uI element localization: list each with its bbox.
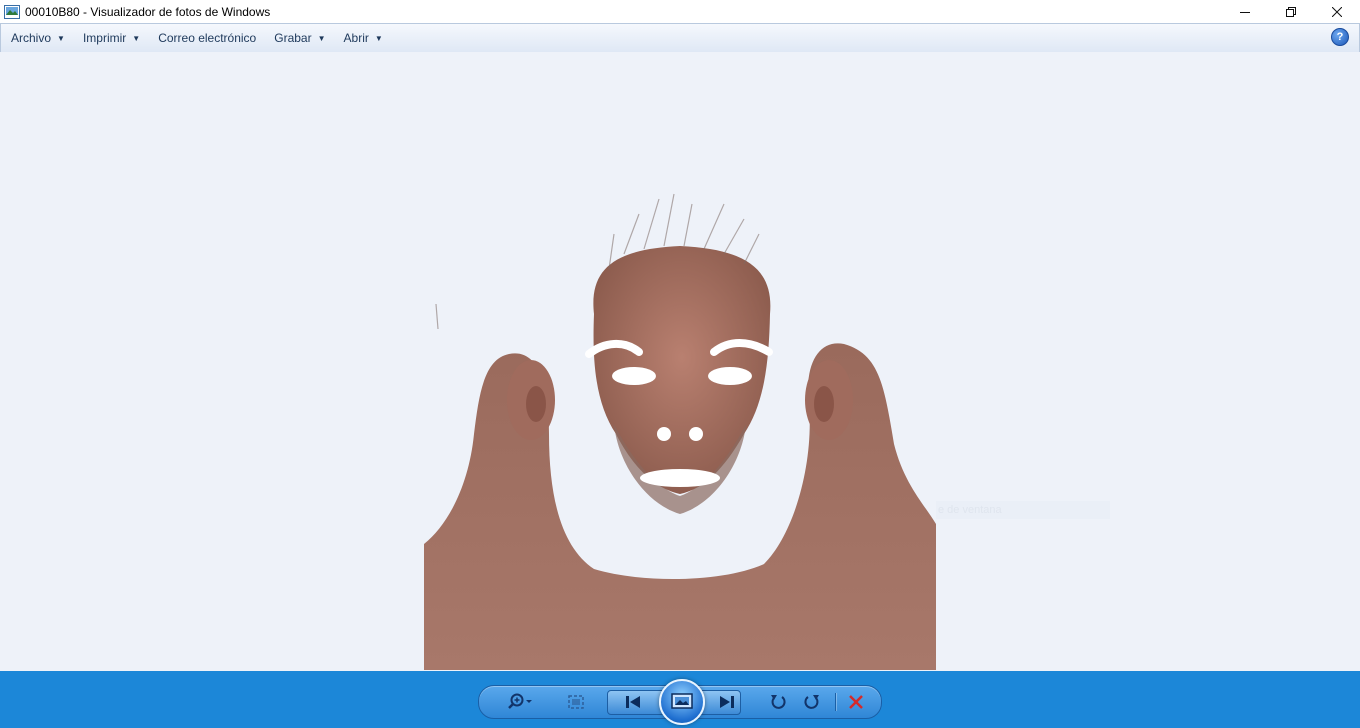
rotate-left-icon bbox=[771, 695, 786, 709]
zoom-button[interactable] bbox=[503, 686, 539, 718]
menu-label: Correo electrónico bbox=[158, 31, 257, 45]
bottom-toolbar bbox=[0, 671, 1360, 728]
menu-bar: Archivo ▼ Imprimir ▼ Correo electrónico … bbox=[0, 23, 1360, 53]
menu-grabar[interactable]: Grabar ▼ bbox=[264, 24, 325, 52]
photo-viewer-app-icon bbox=[4, 4, 20, 19]
minimize-button[interactable] bbox=[1222, 0, 1268, 23]
toolbar-separator bbox=[835, 693, 836, 711]
previous-icon bbox=[626, 696, 640, 708]
previous-button[interactable] bbox=[615, 686, 651, 718]
close-icon bbox=[1332, 6, 1342, 17]
rotate-right-icon bbox=[804, 695, 819, 709]
playback-controls bbox=[478, 679, 882, 725]
dropdown-arrow-icon: ▼ bbox=[57, 33, 65, 43]
actual-size-button[interactable] bbox=[561, 686, 591, 718]
dropdown-arrow-icon: ▼ bbox=[132, 33, 141, 43]
image-viewport: e de ventana bbox=[0, 52, 1360, 671]
close-window-button[interactable] bbox=[1314, 0, 1360, 23]
delete-button[interactable] bbox=[841, 686, 871, 718]
menu-abrir[interactable]: Abrir ▼ bbox=[334, 24, 383, 52]
minimize-icon bbox=[1240, 11, 1250, 13]
menu-imprimir[interactable]: Imprimir ▼ bbox=[73, 24, 140, 52]
restore-button[interactable] bbox=[1268, 0, 1314, 23]
zoom-icon bbox=[508, 693, 532, 709]
menu-correo-electronico[interactable]: Correo electrónico bbox=[148, 24, 256, 52]
slideshow-button[interactable] bbox=[659, 679, 705, 725]
displayed-image bbox=[424, 193, 936, 670]
fit-window-icon bbox=[568, 695, 584, 709]
rotate-counterclockwise-button[interactable] bbox=[763, 686, 793, 718]
menu-archivo[interactable]: Archivo ▼ bbox=[1, 24, 65, 52]
title-bar: 00010B80 - Visualizador de fotos de Wind… bbox=[0, 0, 1360, 23]
ghost-tooltip-text: e de ventana bbox=[936, 501, 1110, 519]
restore-icon bbox=[1286, 6, 1296, 17]
menu-label: Archivo bbox=[11, 31, 52, 45]
help-icon[interactable]: ? bbox=[1331, 28, 1349, 46]
window-title: 00010B80 - Visualizador de fotos de Wind… bbox=[25, 4, 271, 19]
menu-label: Grabar bbox=[274, 31, 312, 45]
menu-label: Abrir bbox=[343, 31, 369, 45]
next-icon bbox=[720, 696, 734, 708]
dropdown-arrow-icon: ▼ bbox=[317, 33, 326, 43]
menu-label: Imprimir bbox=[82, 31, 127, 45]
delete-icon bbox=[849, 695, 863, 709]
rotate-clockwise-button[interactable] bbox=[797, 686, 827, 718]
slideshow-icon bbox=[671, 693, 693, 709]
dropdown-arrow-icon: ▼ bbox=[374, 33, 383, 43]
next-button[interactable] bbox=[709, 686, 745, 718]
